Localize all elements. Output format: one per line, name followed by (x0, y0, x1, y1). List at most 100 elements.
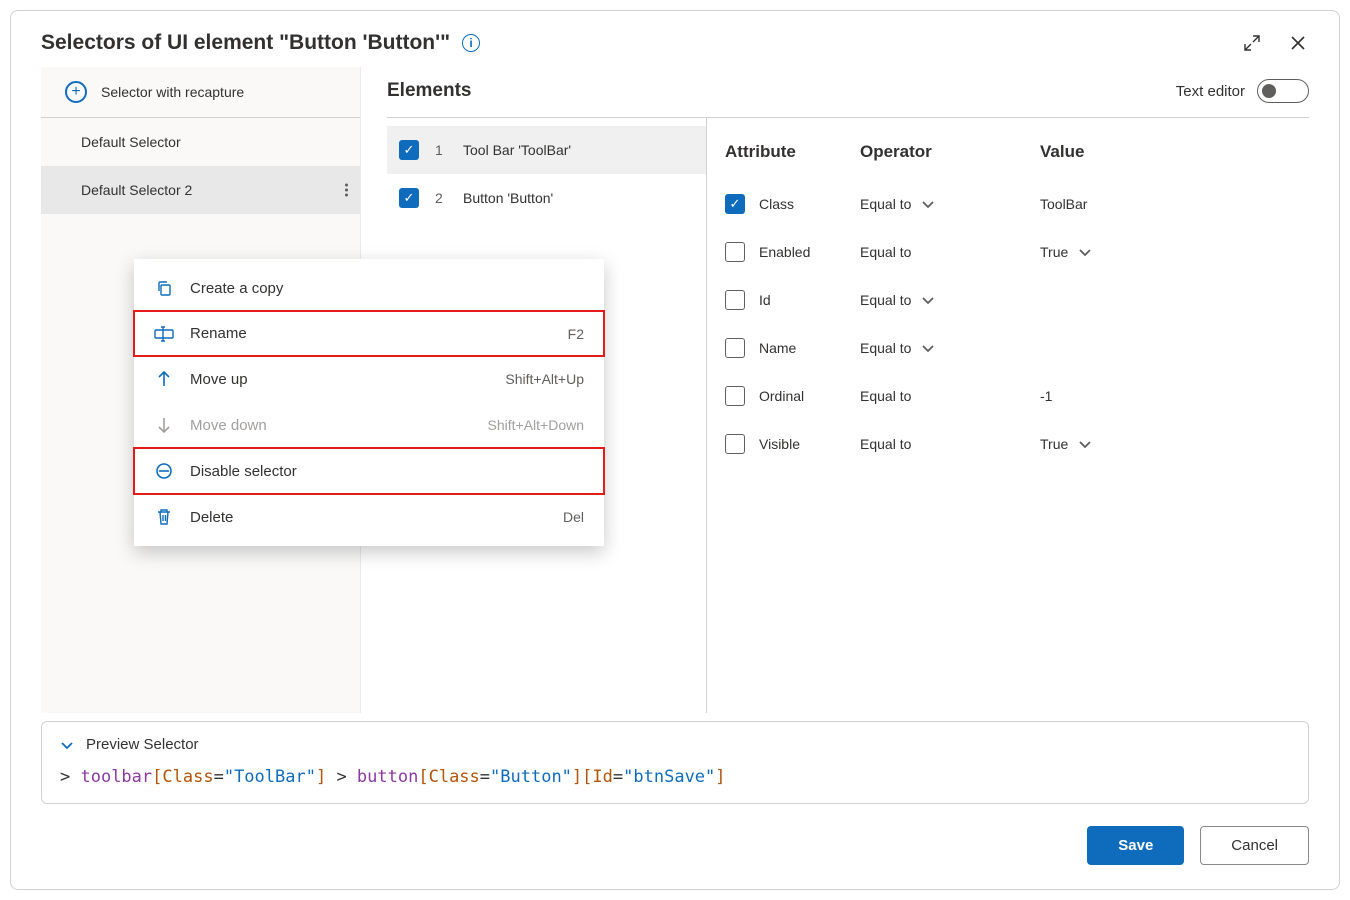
context-menu-item[interactable]: Move upShift+Alt+Up (134, 356, 604, 402)
value-cell[interactable]: True (1040, 244, 1309, 260)
text-editor-label: Text editor (1176, 83, 1245, 100)
selector-token: ] (572, 767, 582, 787)
element-checkbox[interactable]: ✓ (399, 188, 419, 208)
selector-token: "btnSave" (623, 767, 715, 787)
attribute-row: VisibleEqual toTrue (725, 420, 1309, 468)
element-number: 1 (435, 142, 447, 158)
context-menu-item[interactable]: Delete Del (134, 494, 604, 540)
attribute-row: ✓ Class Equal toToolBar (725, 180, 1309, 228)
context-menu-shortcut: F2 (568, 326, 584, 342)
expand-icon[interactable] (1241, 32, 1263, 54)
selector-token: toolbar (80, 767, 152, 787)
context-menu-shortcut: Del (563, 509, 584, 525)
operator-dropdown[interactable]: Equal to (860, 388, 1040, 404)
selector-token: = (480, 767, 490, 787)
selector-token: Class (429, 767, 480, 787)
selector-token: = (214, 767, 224, 787)
preview-label: Preview Selector (86, 736, 199, 753)
cancel-button[interactable]: Cancel (1200, 826, 1309, 865)
operator-value: Equal to (860, 292, 911, 308)
selector-token: Class (162, 767, 213, 787)
attribute-value: -1 (1040, 388, 1052, 404)
attribute-checkbox[interactable]: ✓ (725, 194, 745, 214)
selector-token: ] (316, 767, 326, 787)
attribute-row: Id Equal to (725, 276, 1309, 324)
attribute-name: Ordinal (759, 388, 804, 404)
context-menu-shortcut: Shift+Alt+Up (505, 371, 584, 387)
save-button[interactable]: Save (1087, 826, 1184, 865)
context-menu-label: Rename (190, 325, 552, 342)
attribute-name: Enabled (759, 244, 810, 260)
attr-header-value: Value (1040, 142, 1309, 162)
context-menu-item[interactable]: Disable selector (134, 448, 604, 494)
attribute-name: Class (759, 196, 794, 212)
attribute-value: True (1040, 436, 1068, 452)
attribute-checkbox[interactable] (725, 434, 745, 454)
attribute-checkbox[interactable] (725, 386, 745, 406)
element-row[interactable]: ✓ 2 Button 'Button' (387, 174, 706, 222)
attributes-panel: Attribute Operator Value ✓ClassEqual toT… (707, 118, 1309, 713)
modal-title: Selectors of UI element "Button 'Button'… (41, 31, 450, 55)
recapture-label: Selector with recapture (101, 84, 244, 100)
element-checkbox[interactable]: ✓ (399, 140, 419, 160)
attribute-value: ToolBar (1040, 196, 1087, 212)
context-menu-label: Delete (190, 509, 547, 526)
rename-icon (154, 326, 174, 342)
operator-dropdown[interactable]: Equal to (860, 436, 1040, 452)
operator-value: Equal to (860, 340, 911, 356)
selector-token: = (613, 767, 623, 787)
selector-item[interactable]: Default Selector (41, 118, 360, 166)
attribute-name: Id (759, 292, 771, 308)
preview-selector-panel: Preview Selector > toolbar[Class="ToolBa… (41, 721, 1309, 804)
element-label: Tool Bar 'ToolBar' (463, 142, 571, 158)
element-row[interactable]: ✓ 1 Tool Bar 'ToolBar' (387, 126, 706, 174)
arrow-up-icon (154, 370, 174, 388)
context-menu-item[interactable]: Create a copy (134, 265, 604, 311)
modal-header: Selectors of UI element "Button 'Button'… (11, 11, 1339, 67)
context-menu-label: Move down (190, 417, 472, 434)
element-label: Button 'Button' (463, 190, 553, 206)
copy-icon (154, 279, 174, 297)
preview-selector-toggle[interactable]: Preview Selector (60, 736, 1290, 753)
operator-dropdown[interactable]: Equal to (860, 340, 1040, 356)
operator-dropdown[interactable]: Equal to (860, 292, 1040, 308)
context-menu-shortcut: Shift+Alt+Down (488, 417, 585, 433)
delete-icon (154, 508, 174, 526)
selector-editor-modal: Selectors of UI element "Button 'Button'… (10, 10, 1340, 890)
attribute-checkbox[interactable] (725, 290, 745, 310)
attribute-row: NameEqual to (725, 324, 1309, 372)
value-cell: -1 (1040, 388, 1309, 404)
close-icon[interactable] (1287, 32, 1309, 54)
selector-context-menu: Create a copy Rename F2 Move upShift+Alt+Up… (134, 259, 604, 546)
selector-item[interactable]: Default Selector 2 (41, 166, 360, 214)
attribute-value: True (1040, 244, 1068, 260)
chevron-down-icon (921, 197, 935, 211)
operator-value: Equal to (860, 436, 911, 452)
attribute-checkbox[interactable] (725, 338, 745, 358)
text-editor-toggle[interactable] (1257, 79, 1309, 103)
elements-heading: Elements (387, 80, 471, 102)
selector-token: > (60, 767, 80, 787)
attribute-row: Enabled Equal toTrue (725, 228, 1309, 276)
selector-token: Id (592, 767, 612, 787)
operator-dropdown[interactable]: Equal to (860, 196, 1040, 212)
selector-token: "Button" (490, 767, 572, 787)
selector-with-recapture-button[interactable]: + Selector with recapture (41, 67, 360, 118)
operator-dropdown[interactable]: Equal to (860, 244, 1040, 260)
more-icon[interactable] (345, 184, 348, 197)
attribute-checkbox[interactable] (725, 242, 745, 262)
selector-token: [ (152, 767, 162, 787)
context-menu-item: Move down Shift+Alt+Down (134, 402, 604, 448)
attr-header-operator: Operator (860, 142, 1040, 162)
modal-footer: Save Cancel (11, 804, 1339, 889)
element-number: 2 (435, 190, 447, 206)
context-menu-item[interactable]: Rename F2 (134, 311, 604, 356)
plus-icon: + (65, 81, 87, 103)
value-cell[interactable]: True (1040, 436, 1309, 452)
info-icon[interactable]: i (462, 34, 480, 52)
attributes-header: Attribute Operator Value (725, 132, 1309, 180)
context-menu-label: Disable selector (190, 463, 568, 480)
chevron-down-icon (60, 738, 74, 752)
chevron-down-icon (1078, 437, 1092, 451)
main-header: Elements Text editor (387, 67, 1309, 118)
